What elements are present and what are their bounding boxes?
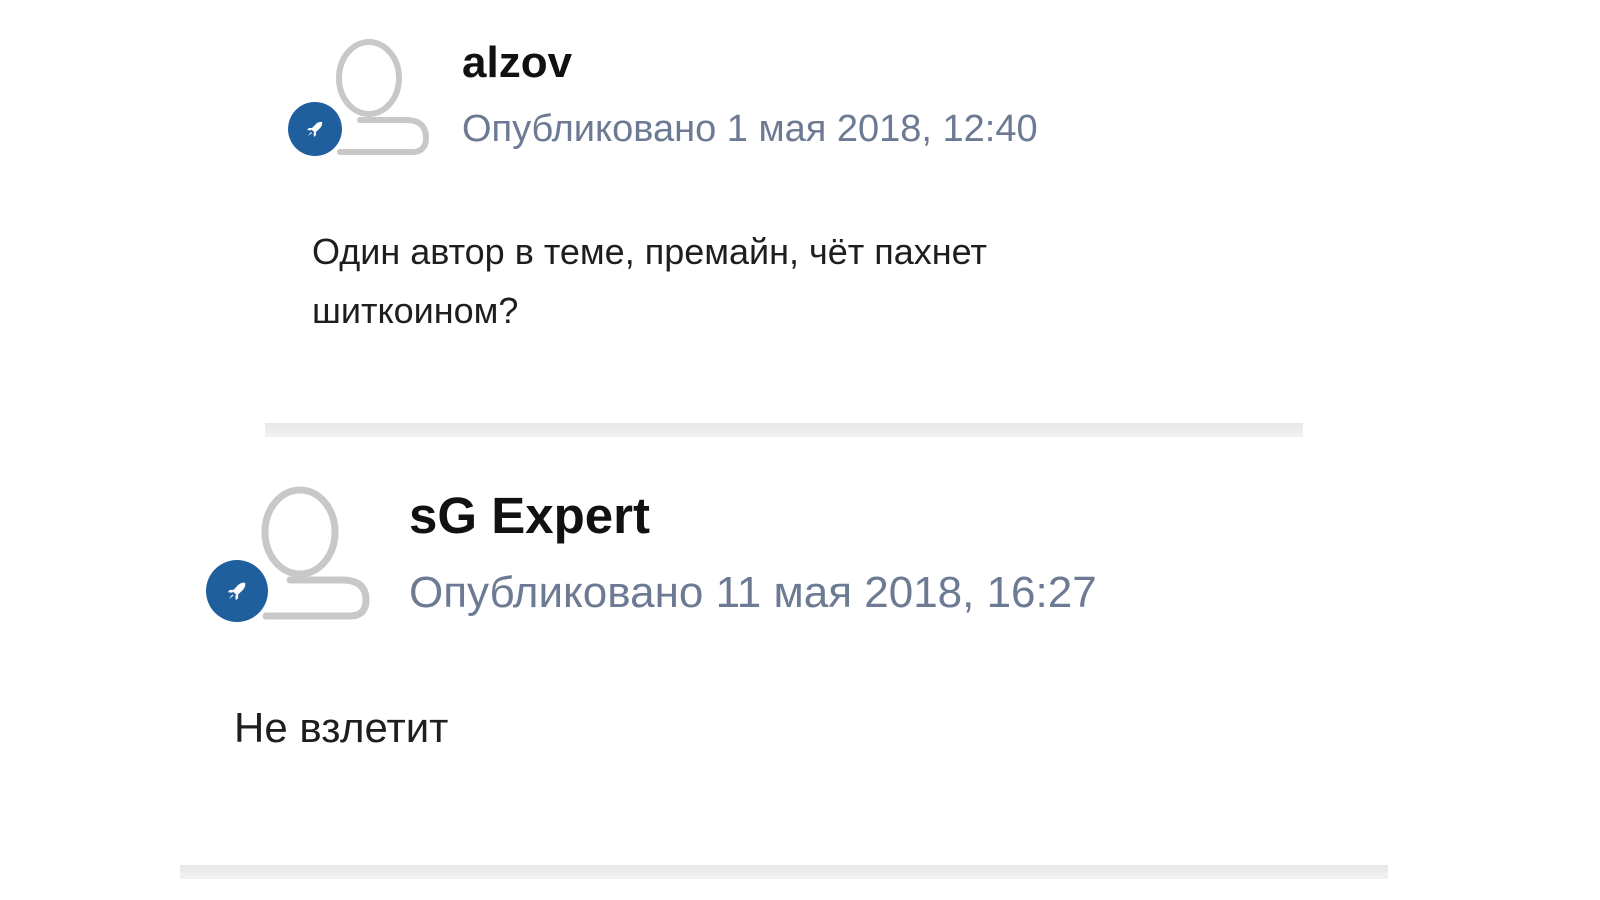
rocket-icon (307, 121, 323, 137)
member-badge (206, 560, 268, 622)
post-body: Не взлетит (234, 704, 1134, 752)
post-author-name[interactable]: sG Expert (409, 486, 650, 545)
post-author-name[interactable]: alzov (462, 38, 572, 88)
post-divider (265, 423, 1303, 437)
post-body-line: Один автор в теме, премайн, чёт пахнет (312, 231, 987, 272)
member-badge (288, 102, 342, 156)
avatar[interactable] (288, 38, 433, 160)
post-body-line: Не взлетит (234, 704, 449, 751)
post-body-line: шиткоином? (312, 290, 519, 331)
post-timestamp: Опубликовано 11 мая 2018, 16:27 (409, 568, 1097, 617)
rocket-icon (227, 582, 246, 601)
post-body: Один автор в теме, премайн, чёт пахнет ш… (312, 222, 1172, 340)
post-timestamp: Опубликовано 1 мая 2018, 12:40 (462, 108, 1038, 150)
avatar[interactable] (206, 486, 374, 626)
post-divider (180, 865, 1388, 879)
